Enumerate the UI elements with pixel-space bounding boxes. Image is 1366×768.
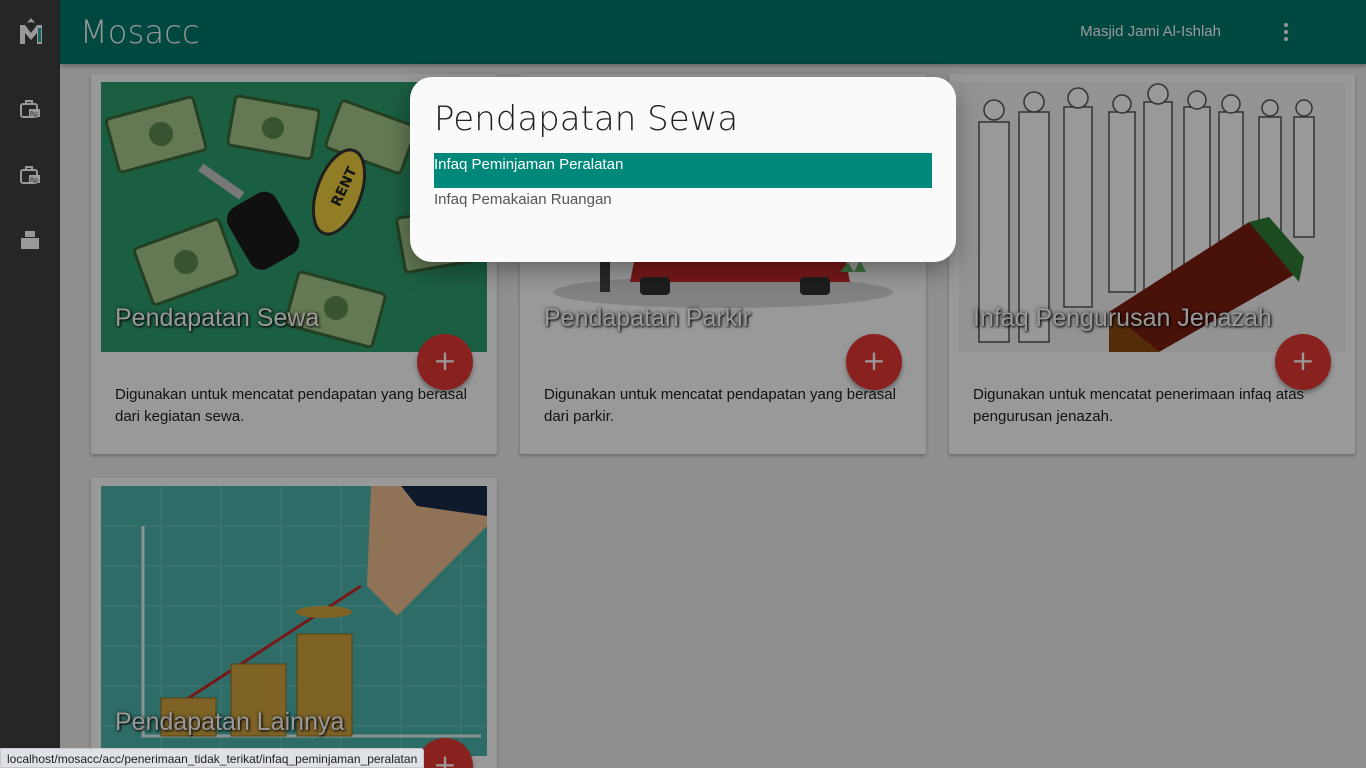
option-infaq-pemakaian-ruangan[interactable]: Infaq Pemakaian Ruangan: [434, 188, 932, 223]
option-infaq-peminjaman-peralatan[interactable]: Infaq Peminjaman Peralatan: [434, 153, 932, 188]
dialog-title: Pendapatan Sewa: [434, 99, 739, 139]
selection-dialog: Pendapatan Sewa Infaq Peminjaman Peralat…: [410, 77, 956, 262]
link-status-bar: localhost/mosacc/acc/penerimaan_tidak_te…: [0, 748, 425, 768]
